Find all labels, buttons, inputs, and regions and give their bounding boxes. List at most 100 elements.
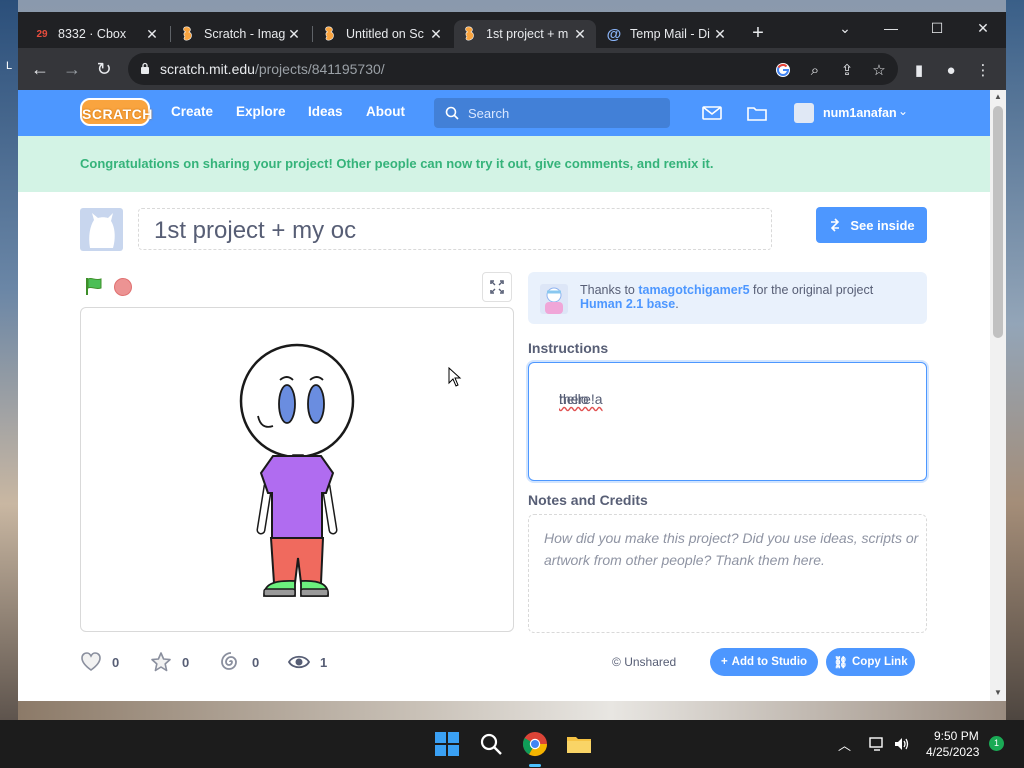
remix-suffix: .	[675, 297, 679, 311]
favorite-stat[interactable]: 0	[150, 650, 189, 674]
nav-ideas[interactable]: Ideas	[308, 104, 343, 119]
tab-divider	[312, 26, 313, 42]
tab-title: Temp Mail - Di	[630, 27, 710, 41]
menu-kebab-icon[interactable]: ⋮	[974, 62, 992, 80]
new-tab-button[interactable]: +	[746, 22, 770, 46]
notification-badge[interactable]: 1	[989, 736, 1004, 751]
tab-strip: 29 8332 · Cbox ✕ Scratch - Imag ✕ Untitl…	[18, 12, 1006, 48]
maximize-button[interactable]: ☐	[914, 16, 960, 40]
active-app-indicator	[529, 764, 541, 767]
remix-project-link[interactable]: Human 2.1 base	[580, 297, 675, 311]
scroll-up-arrow-icon[interactable]: ▲	[994, 92, 1002, 101]
green-flag-icon[interactable]	[84, 276, 104, 296]
close-tab-icon[interactable]: ✕	[428, 26, 444, 43]
tab-temp-mail[interactable]: @ Temp Mail - Di ✕	[598, 20, 736, 48]
tab-1st-project[interactable]: 1st project + m ✕	[454, 20, 596, 48]
stop-button[interactable]	[114, 278, 132, 296]
love-stat[interactable]: 0	[80, 650, 119, 674]
search-icon[interactable]	[475, 728, 507, 760]
scroll-thumb[interactable]	[993, 106, 1003, 338]
views-count: 1	[320, 654, 328, 670]
volume-icon[interactable]	[893, 736, 911, 752]
add-to-studio-label: Add to Studio	[731, 656, 808, 668]
close-tab-icon[interactable]: ✕	[286, 26, 302, 43]
copy-link-label: Copy Link	[852, 656, 908, 668]
fullscreen-button[interactable]	[482, 272, 512, 302]
clock-time[interactable]: 9:50 PM	[934, 729, 979, 743]
remix-arrows-icon	[831, 218, 840, 232]
tab-scratch-image[interactable]: Scratch - Imag ✕	[172, 20, 310, 48]
browser-window: 29 8332 · Cbox ✕ Scratch - Imag ✕ Untitl…	[18, 12, 1006, 701]
tab-title: 8332 · Cbox	[58, 27, 127, 41]
project-author-avatar[interactable]	[80, 208, 123, 251]
minimize-button[interactable]: —	[868, 16, 914, 40]
chevron-down-icon[interactable]: ⌄	[898, 104, 908, 118]
remix-author-link[interactable]: tamagotchigamer5	[638, 283, 749, 297]
close-window-button[interactable]: ✕	[960, 16, 1006, 40]
nav-about[interactable]: About	[366, 104, 405, 119]
cbox-badge-icon: 29	[36, 28, 48, 40]
search-input[interactable]: Search	[434, 98, 670, 128]
messages-envelope-icon[interactable]	[701, 102, 723, 124]
bookmark-star-icon[interactable]: ☆	[870, 62, 888, 80]
nav-create[interactable]: Create	[171, 104, 213, 119]
windows-start-icon[interactable]	[431, 728, 463, 760]
nav-explore[interactable]: Explore	[236, 104, 286, 119]
scratch-favicon-icon	[322, 26, 338, 42]
notes-label: Notes and Credits	[528, 492, 648, 508]
stage-character-sprite	[239, 343, 355, 597]
share-icon[interactable]: ⇪	[838, 62, 856, 80]
page-scrollbar[interactable]: ▲ ▼	[990, 90, 1006, 701]
tab-cbox[interactable]: 29 8332 · Cbox ✕	[26, 20, 168, 48]
scratch-favicon-icon	[462, 26, 478, 42]
nav-username[interactable]: num1anafan	[823, 106, 897, 120]
network-icon[interactable]	[868, 736, 886, 752]
chrome-icon[interactable]	[519, 728, 551, 760]
see-inside-button[interactable]: See inside	[816, 207, 927, 243]
close-tab-icon[interactable]: ✕	[572, 26, 588, 43]
browser-toolbar: ← → ↻ scratch.mit.edu/projects/841195730…	[18, 48, 1006, 90]
close-tab-icon[interactable]: ✕	[712, 26, 728, 43]
link-icon: ⛓	[833, 657, 848, 669]
favorite-count: 0	[182, 654, 190, 670]
share-status: © Unshared	[612, 655, 676, 669]
project-stage[interactable]	[80, 307, 514, 632]
tab-title: 1st project + m	[486, 27, 569, 41]
profile-icon[interactable]: ●	[942, 62, 960, 80]
scroll-down-arrow-icon[interactable]: ▼	[994, 688, 1002, 697]
reload-icon[interactable]: ↻	[92, 58, 116, 82]
remix-prefix: Thanks to	[580, 283, 635, 297]
user-avatar[interactable]	[794, 103, 814, 123]
my-stuff-folder-icon[interactable]	[746, 102, 768, 124]
url-text: scratch.mit.edu/projects/841195730/	[160, 61, 385, 77]
copy-link-button[interactable]: ⛓ Copy Link	[826, 648, 915, 676]
remix-stat: 0	[220, 650, 259, 674]
forward-arrow-icon[interactable]: →	[60, 58, 84, 82]
zoom-icon[interactable]: ⌕	[806, 62, 824, 80]
back-arrow-icon[interactable]: ←	[28, 58, 52, 82]
tab-untitled-scratch[interactable]: Untitled on Sc ✕	[314, 20, 452, 48]
remix-middle: for the original project	[753, 283, 874, 297]
remix-author-avatar[interactable]	[540, 284, 568, 314]
tab-search-chevron-icon[interactable]: ⌄	[822, 16, 868, 40]
remix-spiral-icon	[221, 652, 237, 670]
side-panel-icon[interactable]: ▮	[910, 62, 928, 80]
notes-placeholder: How did you make this project? Did you u…	[544, 530, 919, 568]
plus-icon: +	[720, 656, 728, 668]
project-title-field[interactable]: 1st project + my oc	[138, 208, 772, 250]
tray-chevron-up-icon[interactable]: ︿	[838, 735, 851, 754]
google-icon[interactable]	[774, 62, 792, 80]
desktop-icon-fragment: L	[6, 60, 13, 72]
scratch-logo[interactable]: SCRATCH	[80, 98, 152, 126]
remix-credit-text: Thanks to tamagotchigamer5 for the origi…	[580, 283, 873, 311]
file-explorer-folder-icon[interactable]	[563, 728, 595, 760]
clock-date[interactable]: 4/25/2023	[926, 745, 979, 759]
desktop-background-right	[1006, 0, 1024, 720]
close-tab-icon[interactable]: ✕	[144, 26, 160, 43]
add-to-studio-button[interactable]: + Add to Studio	[710, 648, 818, 676]
instructions-textarea[interactable]: hello there!a	[528, 362, 927, 481]
tab-title: Scratch - Imag	[204, 27, 286, 41]
share-status-text: Unshared	[624, 655, 677, 669]
tab-divider	[170, 26, 171, 42]
notes-credits-textarea[interactable]: How did you make this project? Did you u…	[528, 514, 927, 633]
